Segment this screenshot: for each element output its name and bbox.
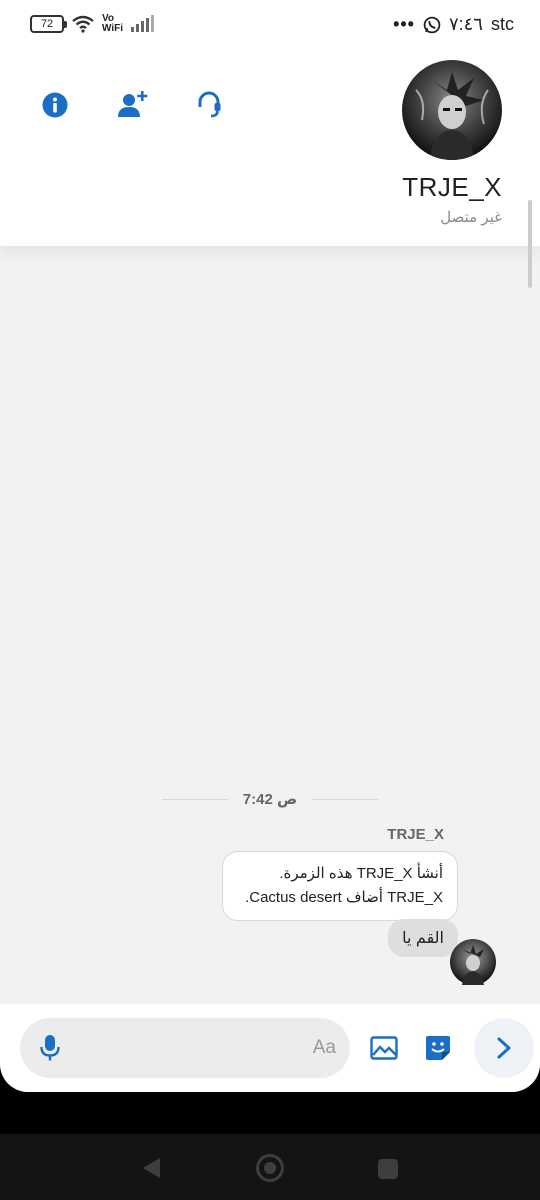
message-bubble[interactable]: القم يا [388,919,458,957]
contact-name: TRJE_X [402,172,502,202]
system-message-line: TRJE_X أضاف Cactus desert. [245,889,443,906]
recent-apps-icon[interactable] [378,1159,398,1179]
sender-avatar[interactable] [450,939,496,985]
sender-name: TRJE_X [387,826,444,843]
more-notifications-icon: ••• [393,14,415,34]
sticker-icon [426,1036,450,1060]
contact-status: غير متصل [440,209,502,226]
carrier-name: stc [490,14,514,34]
gallery-button[interactable] [368,1032,400,1064]
divider-line [312,799,378,800]
scrollbar[interactable] [528,200,532,288]
call-icon [198,91,221,118]
home-icon[interactable] [256,1154,284,1182]
whatsapp-icon [423,16,441,33]
sticker-button[interactable] [422,1032,454,1064]
info-button[interactable] [38,88,72,122]
call-button[interactable] [192,88,226,122]
time-divider: 7:42 ص [162,790,378,810]
message-text: القم يا [402,930,444,947]
gallery-icon [370,1036,398,1060]
vowifi-label: Vo WiFi [102,13,124,34]
contact-avatar[interactable] [402,60,502,160]
clock: ٧:٤٦ [448,14,483,34]
status-bar: 72 Vo WiFi ••• ٧:٤٦ stc [0,0,540,52]
chat-screen: 72 Vo WiFi ••• ٧:٤٦ stc TRJE_X غير متصل … [0,0,540,1092]
microphone-icon[interactable] [40,1034,60,1062]
chevron-right-icon [497,1037,511,1059]
avatar-image [462,945,484,985]
message-composer: Aa [0,1004,540,1092]
chat-header: TRJE_X غير متصل [0,52,540,246]
wifi-icon [72,15,94,33]
info-icon [42,92,68,118]
message-input[interactable]: Aa [20,1018,350,1078]
battery-indicator: 72 [30,15,67,33]
add-user-icon [118,91,148,117]
back-icon[interactable] [140,1156,162,1180]
system-message-line: أنشأ TRJE_X هذه الزمرة. [279,865,443,882]
signal-icon [131,15,155,32]
system-message-bubble[interactable]: أنشأ TRJE_X هذه الزمرة. TRJE_X أضاف Cact… [222,851,458,921]
send-button[interactable] [474,1018,534,1078]
add-member-button[interactable] [116,88,150,122]
system-navigation-bar [0,1134,540,1200]
input-placeholder: Aa [312,1037,336,1058]
avatar-image [415,72,489,160]
